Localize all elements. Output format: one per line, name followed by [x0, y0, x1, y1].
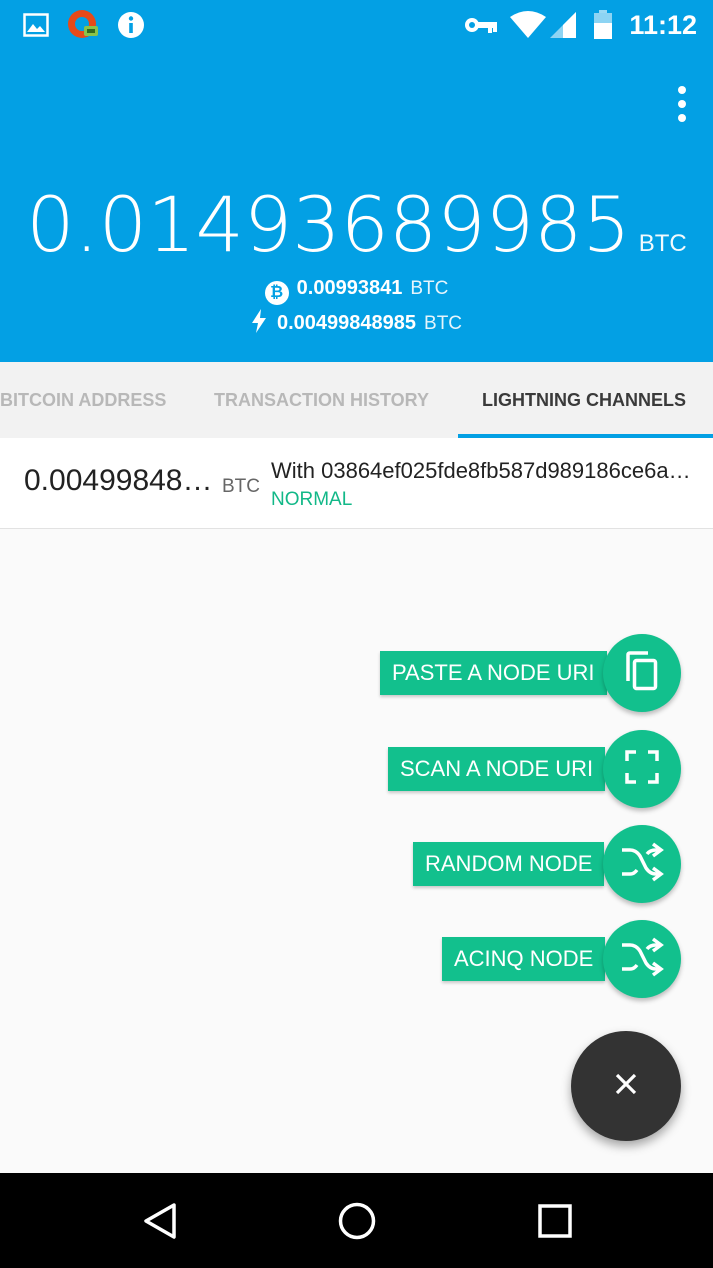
tab-bitcoin-address[interactable]: BITCOIN ADDRESS — [0, 362, 166, 438]
vpn-app-icon — [66, 10, 100, 40]
wifi-icon — [508, 10, 548, 40]
random-node-label[interactable]: RANDOM NODE — [413, 842, 605, 886]
lightning-balance: 0.00499848985 BTC — [0, 309, 713, 339]
channel-amount: 0.00499848… — [24, 464, 213, 497]
lightning-balance-unit: BTC — [424, 313, 463, 334]
navigation-bar — [0, 1173, 713, 1268]
onchain-balance-value: 0.00993841 — [296, 277, 403, 299]
battery-icon — [592, 10, 614, 40]
tab-bar: BITCOIN ADDRESS TRANSACTION HISTORY LIGH… — [0, 362, 713, 438]
image-icon — [22, 10, 50, 40]
acinq-node-label[interactable]: ACINQ NODE — [442, 937, 606, 981]
close-fab-button[interactable] — [571, 1031, 681, 1141]
status-bar: 11:12 — [0, 0, 713, 50]
status-clock: 11:12 — [629, 10, 697, 40]
onchain-balance-unit: BTC — [410, 278, 449, 299]
channel-list-item[interactable]: 0.00499848… BTC With 03864ef025fde8fb587… — [0, 438, 713, 529]
close-icon — [615, 1073, 637, 1100]
scan-node-uri-label[interactable]: SCAN A NODE URI — [388, 747, 606, 791]
channel-peer: With 03864ef025fde8fb587d989186ce6a4a186… — [271, 458, 699, 483]
total-balance-unit: BTC — [638, 230, 687, 257]
key-icon — [464, 10, 498, 40]
wallet-header: 11:12 0.01493689985 BTC ₿ 0.00993841 BTC 0.… — [0, 0, 713, 362]
channel-state: NORMAL — [271, 489, 353, 510]
info-icon — [116, 10, 146, 40]
tab-transaction-history[interactable]: TRANSACTION HISTORY — [214, 362, 429, 438]
acinq-node-button[interactable] — [603, 920, 681, 998]
lightning-bolt-icon — [251, 309, 267, 339]
tab-lightning-channels[interactable]: LIGHTNING CHANNELS — [482, 362, 686, 438]
scan-frame-icon — [625, 749, 659, 789]
shuffle-icon — [620, 937, 664, 982]
channel-unit: BTC — [222, 476, 260, 497]
total-balance: 0.01493689985 BTC — [0, 180, 713, 269]
paste-node-uri-label[interactable]: PASTE A NODE URI — [380, 651, 607, 695]
copy-icon — [624, 650, 660, 696]
recents-icon[interactable] — [535, 1201, 575, 1241]
onchain-balance: ₿ 0.00993841 BTC — [0, 277, 713, 305]
bitcoin-icon: ₿ — [264, 281, 289, 305]
signal-icon — [548, 10, 578, 40]
random-node-button[interactable] — [603, 825, 681, 903]
more-vert-icon[interactable] — [675, 86, 689, 122]
home-icon[interactable] — [337, 1201, 377, 1241]
back-icon[interactable] — [140, 1201, 180, 1241]
paste-node-uri-button[interactable] — [603, 634, 681, 712]
lightning-balance-value: 0.00499848985 — [276, 312, 417, 334]
total-balance-value: 0.01493689985 — [26, 180, 631, 269]
scan-node-uri-button[interactable] — [603, 730, 681, 808]
shuffle-icon — [620, 842, 664, 887]
